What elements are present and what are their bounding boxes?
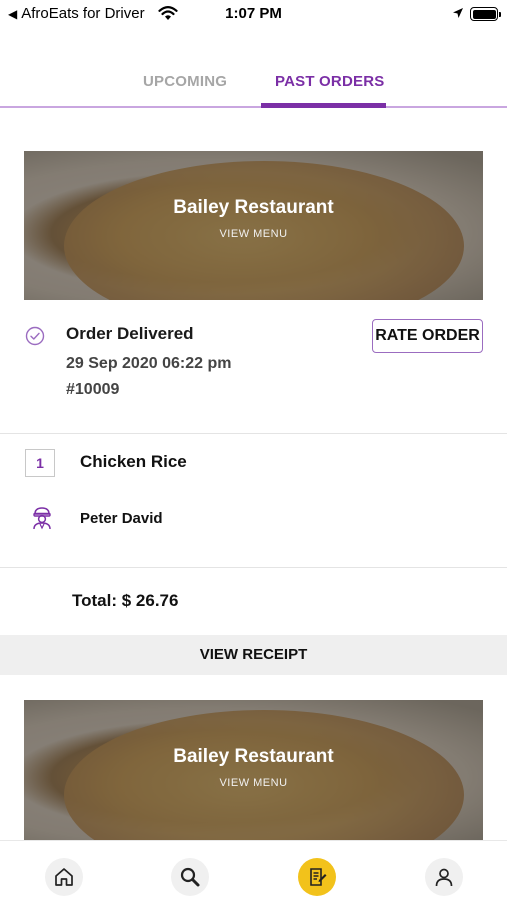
tab-upcoming[interactable]: UPCOMING [143,73,227,90]
search-icon [180,867,200,887]
restaurant-banner[interactable]: Bailey Restaurant VIEW MENU [24,700,483,840]
status-bar: ◀ AfroEats for Driver 1:07 PM [0,0,507,30]
item-quantity-badge: 1 [25,449,55,477]
divider [0,433,507,434]
view-menu-link[interactable]: VIEW MENU [24,228,483,240]
nav-orders-button[interactable] [298,858,336,896]
nav-search-button[interactable] [171,858,209,896]
battery-icon [470,7,501,21]
view-receipt-button[interactable]: VIEW RECEIPT [0,635,507,675]
rate-order-button[interactable]: RATE ORDER [372,319,483,353]
tab-past-orders[interactable]: PAST ORDERS [275,73,384,90]
status-time: 1:07 PM [225,5,282,22]
restaurant-name: Bailey Restaurant [173,197,334,218]
nav-home-button[interactable] [45,858,83,896]
restaurant-name: Bailey Restaurant [173,746,334,767]
view-menu-link[interactable]: VIEW MENU [24,777,483,789]
order-tabs: UPCOMING PAST ORDERS [0,60,507,108]
order-date: 29 Sep 2020 06:22 pm [66,355,232,372]
driver-name: Peter David [80,510,163,527]
restaurant-banner[interactable]: Bailey Restaurant VIEW MENU [24,151,483,300]
item-name: Chicken Rice [80,452,187,471]
active-tab-indicator [261,103,386,108]
order-id: #10009 [66,381,120,398]
location-arrow-icon [453,8,463,18]
orders-icon [310,868,327,886]
divider [0,567,507,568]
profile-icon [435,868,453,887]
order-total: Total: $ 26.76 [72,591,179,610]
nav-profile-button[interactable] [425,858,463,896]
check-circle-icon [25,326,45,346]
bottom-nav [0,840,507,900]
home-icon [55,868,73,886]
order-status: Order Delivered [66,324,194,343]
driver-icon [33,507,51,530]
